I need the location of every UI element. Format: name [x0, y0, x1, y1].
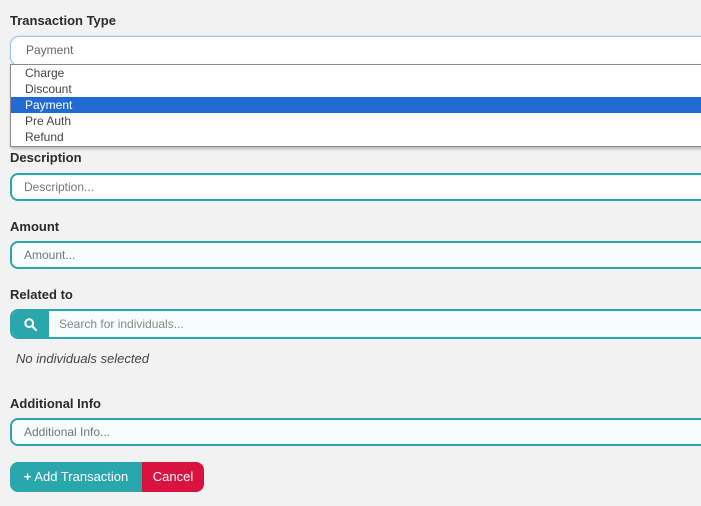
option-refund[interactable]: Refund: [11, 129, 701, 145]
cancel-button[interactable]: Cancel: [142, 462, 204, 492]
description-placeholder: Description...: [24, 180, 95, 194]
no-individuals-text: No individuals selected: [16, 351, 149, 366]
add-transaction-button[interactable]: + Add Transaction: [10, 462, 142, 492]
plus-icon: +: [23, 469, 32, 484]
add-transaction-label: Add Transaction: [34, 469, 129, 484]
option-payment[interactable]: Payment: [11, 97, 701, 113]
amount-placeholder: Amount...: [24, 248, 76, 262]
option-pre-auth[interactable]: Pre Auth: [11, 113, 701, 129]
additional-info-input[interactable]: Additional Info...: [10, 418, 701, 446]
transaction-type-value: Payment: [26, 43, 74, 57]
cancel-label: Cancel: [152, 469, 194, 484]
description-label: Description: [10, 150, 82, 165]
transaction-type-select[interactable]: Payment: [10, 36, 701, 66]
search-icon: [24, 318, 37, 331]
search-button[interactable]: [12, 311, 49, 337]
description-input[interactable]: Description...: [10, 173, 701, 201]
transaction-type-label: Transaction Type: [10, 13, 116, 28]
amount-label: Amount: [10, 219, 60, 234]
related-search-field[interactable]: Search for individuals...: [10, 309, 701, 339]
additional-info-placeholder: Additional Info...: [24, 425, 111, 439]
related-to-label: Related to: [10, 287, 73, 302]
related-search-input[interactable]: Search for individuals...: [59, 311, 184, 337]
option-discount[interactable]: Discount: [11, 81, 701, 97]
transaction-type-dropdown[interactable]: Charge Discount Payment Pre Auth Refund: [10, 64, 701, 147]
amount-input[interactable]: Amount...: [10, 241, 701, 269]
additional-info-label: Additional Info: [10, 396, 101, 411]
option-charge[interactable]: Charge: [11, 65, 701, 81]
